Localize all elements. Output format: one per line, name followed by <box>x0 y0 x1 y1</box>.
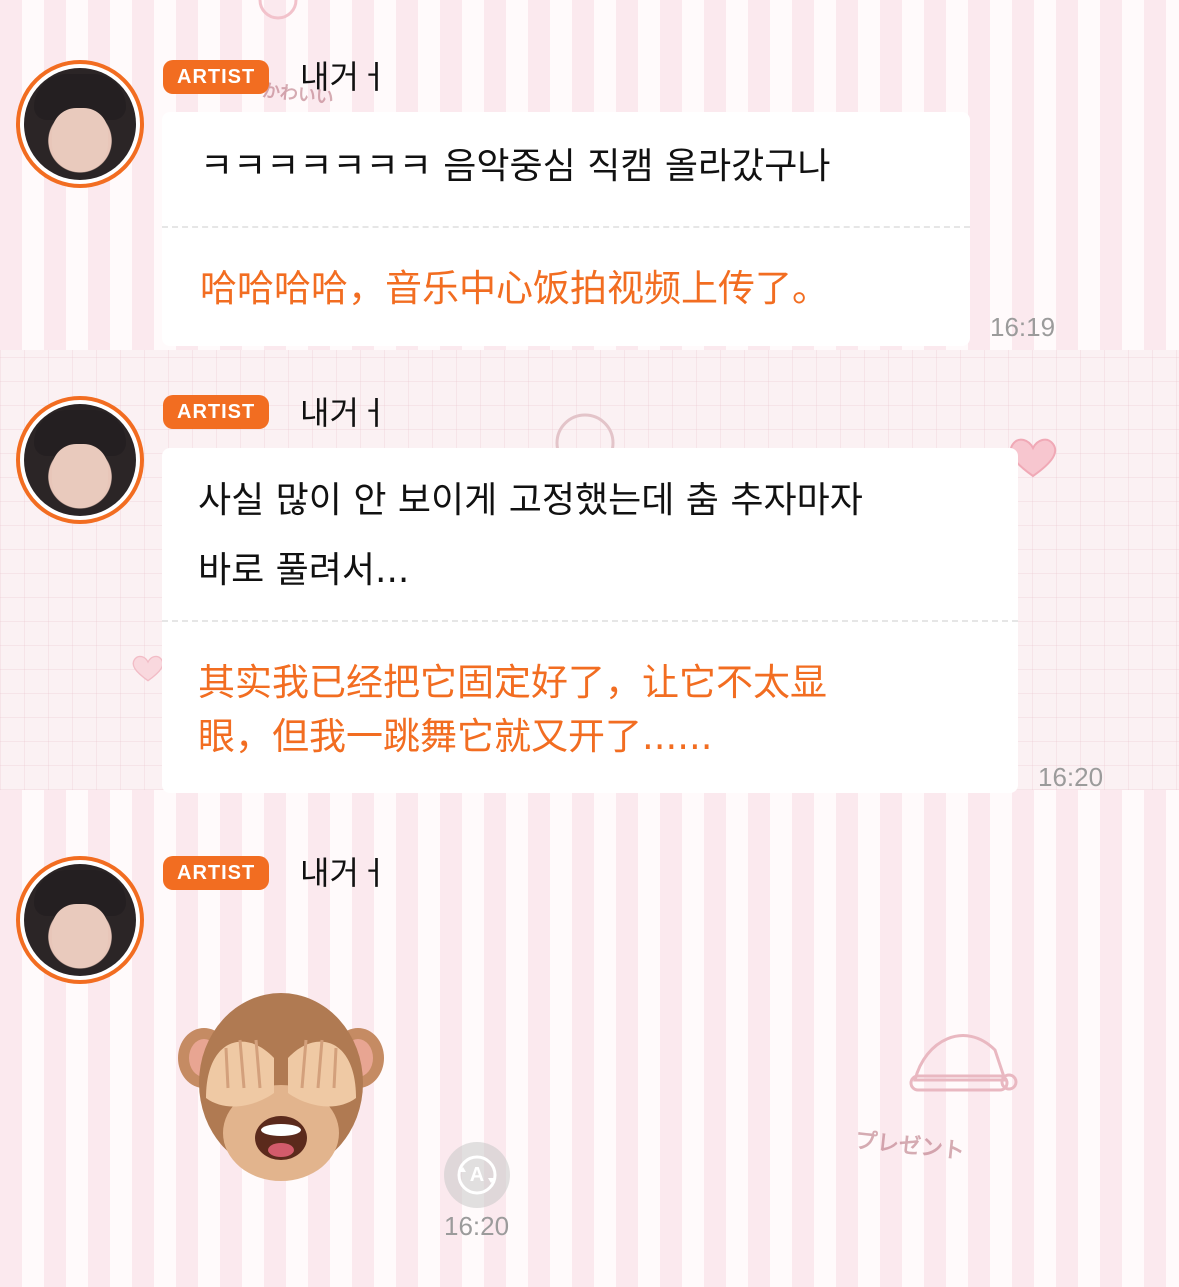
see-no-evil-monkey-icon[interactable] <box>176 988 386 1188</box>
avatar[interactable] <box>16 60 144 188</box>
flower-icon <box>258 0 298 20</box>
translation-line: 其实我已经把它固定好了，让它不太显 <box>198 661 827 704</box>
avatar-photo <box>24 68 136 180</box>
avatar[interactable] <box>16 856 144 984</box>
translate-button[interactable]: A <box>444 1142 510 1208</box>
avatar-photo <box>24 404 136 516</box>
message-text: ㅋㅋㅋㅋㅋㅋㅋ 음악중심 직캠 올라갔구나 <box>200 146 831 187</box>
message-text-line: 바로 풀려서... <box>198 550 410 591</box>
timestamp: 16:19 <box>990 312 1056 342</box>
divider <box>162 226 970 228</box>
timestamp: 16:20 <box>1038 762 1104 792</box>
artist-badge: ARTIST <box>163 60 270 94</box>
timestamp: 16:20 <box>444 1211 510 1241</box>
background-decor-text: プレゼント <box>853 1128 966 1165</box>
sender-name: 내거ㅓ <box>300 854 389 892</box>
santa-hat-icon <box>909 1034 1018 1092</box>
translation-text: 哈哈哈哈，音乐中心饭拍视频上传了。 <box>200 267 829 310</box>
translate-label: A <box>469 1163 485 1186</box>
artist-badge: ARTIST <box>163 395 270 429</box>
avatar-photo <box>24 864 136 976</box>
artist-badge: ARTIST <box>163 856 270 890</box>
translation-line: 眼，但我一跳舞它就又开了...... <box>198 715 713 758</box>
avatar[interactable] <box>16 396 144 524</box>
divider <box>162 620 1018 622</box>
message-bubble[interactable]: 사실 많이 안 보이게 고정했는데 춤 추자마자 바로 풀려서... 其实我已经… <box>162 448 1018 793</box>
sender-name: 내거ㅓ <box>300 58 389 96</box>
sender-name: 내거ㅓ <box>300 394 389 432</box>
message-bubble[interactable]: ㅋㅋㅋㅋㅋㅋㅋ 음악중심 직캠 올라갔구나 哈哈哈哈，音乐中心饭拍视频上传了。 <box>162 112 970 346</box>
message-text-line: 사실 많이 안 보이게 고정했는데 춤 추자마자 <box>198 480 863 521</box>
